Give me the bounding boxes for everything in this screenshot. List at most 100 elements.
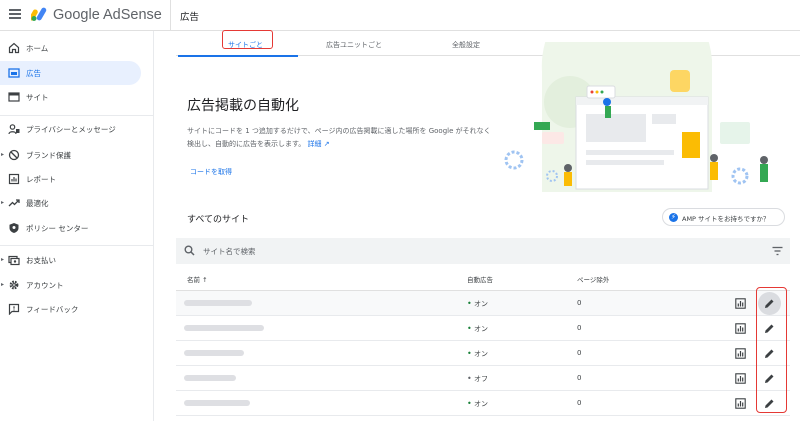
sidebar-item-ads[interactable]: 広告	[0, 61, 141, 85]
table-row[interactable]: • オフ 0	[176, 366, 790, 391]
details-link[interactable]: 詳細 ↗	[308, 140, 330, 148]
sidebar-item-sites[interactable]: サイト	[0, 85, 141, 109]
site-name-redacted[interactable]	[184, 350, 244, 356]
highlight-box	[756, 287, 787, 413]
column-header-name[interactable]: 名前 ↑	[187, 274, 208, 284]
expand-arrow-icon: ▸	[1, 199, 5, 206]
sites-icon	[8, 92, 20, 102]
active-tab-indicator	[178, 55, 298, 57]
site-name-redacted[interactable]	[184, 375, 236, 381]
sidebar-item-label: 広告	[26, 69, 41, 78]
top-app-bar: Google AdSense 広告	[0, 0, 800, 31]
amp-button-label: AMP サイトをお持ちですか？	[682, 215, 770, 223]
sidebar: ホーム 広告 サイト プライバシーとメッセージ ▸ ブランド保護 レポート ▸ …	[0, 31, 154, 421]
tab-label: 広告ユニットごと	[326, 41, 382, 49]
site-name-redacted[interactable]	[184, 400, 250, 406]
table-header: 名前 ↑ 自動広告 ページ除外	[176, 266, 790, 291]
open-in-new-icon: ↗	[323, 140, 330, 148]
sidebar-item-label: ブランド保護	[26, 151, 71, 160]
excluded-pages-count: 0	[577, 349, 582, 357]
sidebar-item-label: プライバシーとメッセージ	[26, 125, 116, 134]
column-header-auto-ads: 自動広告	[467, 276, 493, 284]
report-chart-icon[interactable]	[735, 298, 746, 309]
sidebar-item-label: フィードバック	[26, 305, 79, 314]
sidebar-item-feedback[interactable]: フィードバック	[0, 297, 141, 321]
status-label: オン	[473, 325, 488, 333]
table-row[interactable]: • オン 0	[176, 316, 790, 341]
excluded-pages-count: 0	[577, 324, 582, 332]
sidebar-item-privacy[interactable]: プライバシーとメッセージ	[0, 117, 141, 141]
status-label: オフ	[473, 375, 488, 383]
divider	[170, 0, 171, 31]
sidebar-item-home[interactable]: ホーム	[0, 36, 141, 60]
sidebar-item-label: 最適化	[26, 199, 49, 208]
hero-title: 広告掲載の自動化	[187, 98, 299, 114]
auto-ads-status: • オン	[467, 349, 488, 358]
excluded-pages-count: 0	[577, 399, 582, 407]
tab-label: 全般設定	[452, 41, 480, 49]
expand-arrow-icon: ▸	[1, 151, 5, 158]
divider	[0, 115, 154, 116]
get-code-link[interactable]: コードを取得	[190, 167, 232, 177]
sites-section-title: すべてのサイト	[187, 215, 250, 225]
sidebar-item-label: ポリシー センター	[26, 224, 89, 233]
column-header-excluded-pages: ページ除外	[577, 276, 610, 284]
report-chart-icon[interactable]	[735, 398, 746, 409]
sidebar-item-optimization[interactable]: ▸ 最適化	[0, 191, 141, 215]
status-label: オン	[473, 300, 488, 308]
sidebar-item-account[interactable]: ▸ アカウント	[0, 273, 141, 297]
amp-icon: ⚡	[669, 213, 678, 222]
menu-icon[interactable]	[9, 9, 21, 19]
details-link-label: 詳細	[307, 140, 322, 148]
sidebar-item-policy-center[interactable]: ポリシー センター	[0, 216, 141, 240]
table-row[interactable]: • オン 0	[176, 291, 790, 316]
status-label: オン	[473, 350, 488, 358]
adsense-logo-icon	[31, 7, 47, 21]
sidebar-item-payments[interactable]: ▸ お支払い	[0, 248, 141, 272]
divider	[0, 245, 154, 246]
sidebar-item-brand-protection[interactable]: ▸ ブランド保護	[0, 143, 141, 167]
app-name[interactable]: Google AdSense	[53, 7, 162, 23]
sidebar-item-label: サイト	[26, 93, 49, 102]
gear-icon	[9, 280, 19, 290]
payments-icon	[8, 255, 20, 266]
amp-sites-button[interactable]: ⚡ AMP サイトをお持ちですか？	[662, 208, 785, 226]
hero-description: サイトにコードを 1 つ追加するだけで、ページ内の広告掲載に適した場所を Goo…	[187, 125, 497, 151]
search-icon	[184, 245, 195, 256]
ads-icon	[8, 68, 20, 78]
block-icon	[8, 149, 20, 161]
table-row[interactable]: • オン 0	[176, 391, 790, 416]
trending-icon	[8, 199, 20, 207]
sidebar-item-label: アカウント	[26, 281, 64, 290]
expand-arrow-icon: ▸	[1, 281, 5, 288]
highlight-box	[222, 30, 273, 49]
auto-ads-status: • オフ	[467, 374, 488, 383]
sidebar-item-label: ホーム	[26, 44, 49, 53]
hero-description-text: サイトにコードを 1 つ追加するだけで、ページ内の広告掲載に適した場所を Goo…	[187, 127, 491, 148]
auto-ads-status: • オン	[467, 324, 488, 333]
auto-ads-illustration	[504, 42, 768, 192]
sidebar-item-label: レポート	[26, 175, 56, 184]
tab-by-ad-unit[interactable]: 広告ユニットごと	[300, 31, 420, 56]
sidebar-item-label: お支払い	[26, 256, 56, 265]
site-search-bar[interactable]: サイト名で検索	[176, 238, 790, 264]
report-chart-icon[interactable]	[735, 323, 746, 334]
auto-ads-status: • オン	[467, 399, 488, 408]
home-icon	[8, 42, 20, 54]
auto-ads-status: • オン	[467, 299, 488, 308]
expand-arrow-icon: ▸	[1, 256, 5, 263]
report-chart-icon[interactable]	[735, 348, 746, 359]
report-chart-icon[interactable]	[735, 373, 746, 384]
page-title: 広告	[180, 12, 200, 23]
excluded-pages-count: 0	[577, 299, 582, 307]
excluded-pages-count: 0	[577, 374, 582, 382]
table-row[interactable]: • オン 0	[176, 341, 790, 366]
status-label: オン	[473, 400, 488, 408]
search-input[interactable]: サイト名で検索	[203, 246, 256, 257]
filter-icon[interactable]	[772, 246, 783, 256]
site-name-redacted[interactable]	[184, 325, 264, 331]
feedback-icon	[8, 303, 20, 315]
site-name-redacted[interactable]	[184, 300, 252, 306]
reports-icon	[8, 173, 20, 185]
sidebar-item-reports[interactable]: レポート	[0, 167, 141, 191]
